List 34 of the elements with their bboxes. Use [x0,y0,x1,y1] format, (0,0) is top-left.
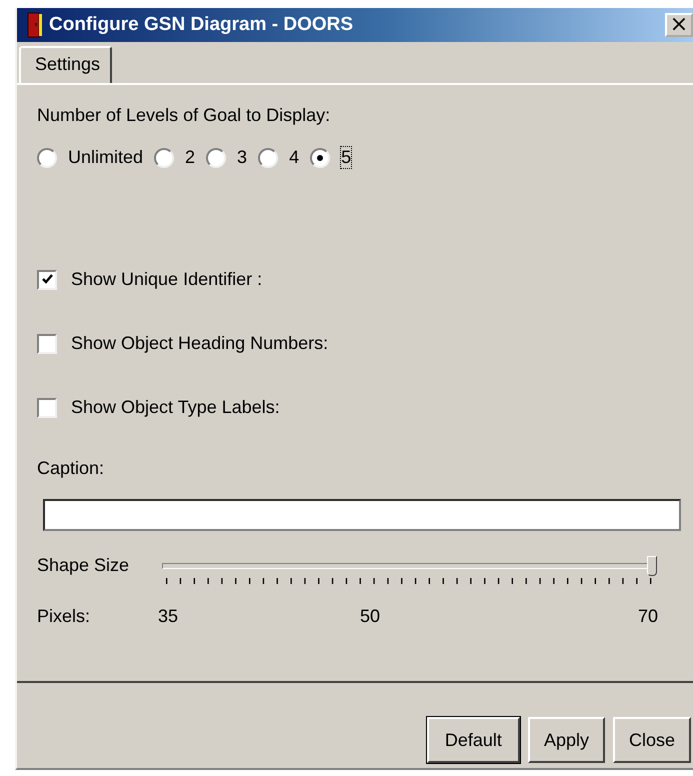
tab[interactable]: Settings [19,46,112,83]
scale-value: 35 [158,606,180,627]
radio-label[interactable]: 5 [340,146,352,169]
button[interactable]: Close [612,717,691,763]
check-icon [40,273,54,286]
scale-value: 50 [360,606,382,627]
radio-button[interactable] [37,148,57,168]
radio-label[interactable]: Unlimited [67,146,144,169]
radio-label[interactable]: 3 [236,146,248,169]
radio-label[interactable]: 2 [184,146,196,169]
button[interactable]: Apply [528,717,605,763]
caption-label: Caption: [37,458,106,479]
slider-thumb[interactable] [647,556,657,576]
window-title: Configure GSN Diagram - DOORS [49,14,354,36]
section-label: Number of Levels of Goal to Display: [37,105,332,126]
checkbox[interactable] [37,334,57,354]
scale-label: Pixels: [37,606,92,627]
radio-button[interactable] [206,148,226,168]
door-icon [27,12,43,38]
radio-button[interactable] [258,148,278,168]
checkbox[interactable] [37,270,57,290]
caption-field[interactable] [43,499,681,531]
checkbox-label[interactable]: Show Object Heading Numbers: [71,333,328,354]
checkbox-label[interactable]: Show Unique Identifier : [71,269,262,290]
button[interactable]: Default [426,717,520,763]
radio-button[interactable] [310,148,330,168]
radio-button[interactable] [154,148,174,168]
slider[interactable] [162,555,654,584]
radio-label[interactable]: 4 [288,146,300,169]
slider-label: Shape Size [37,555,130,576]
checkbox[interactable] [37,398,57,418]
scale-value: 70 [638,606,658,627]
close-button[interactable]: × [665,13,693,37]
checkbox-label[interactable]: Show Object Type Labels: [71,397,280,418]
